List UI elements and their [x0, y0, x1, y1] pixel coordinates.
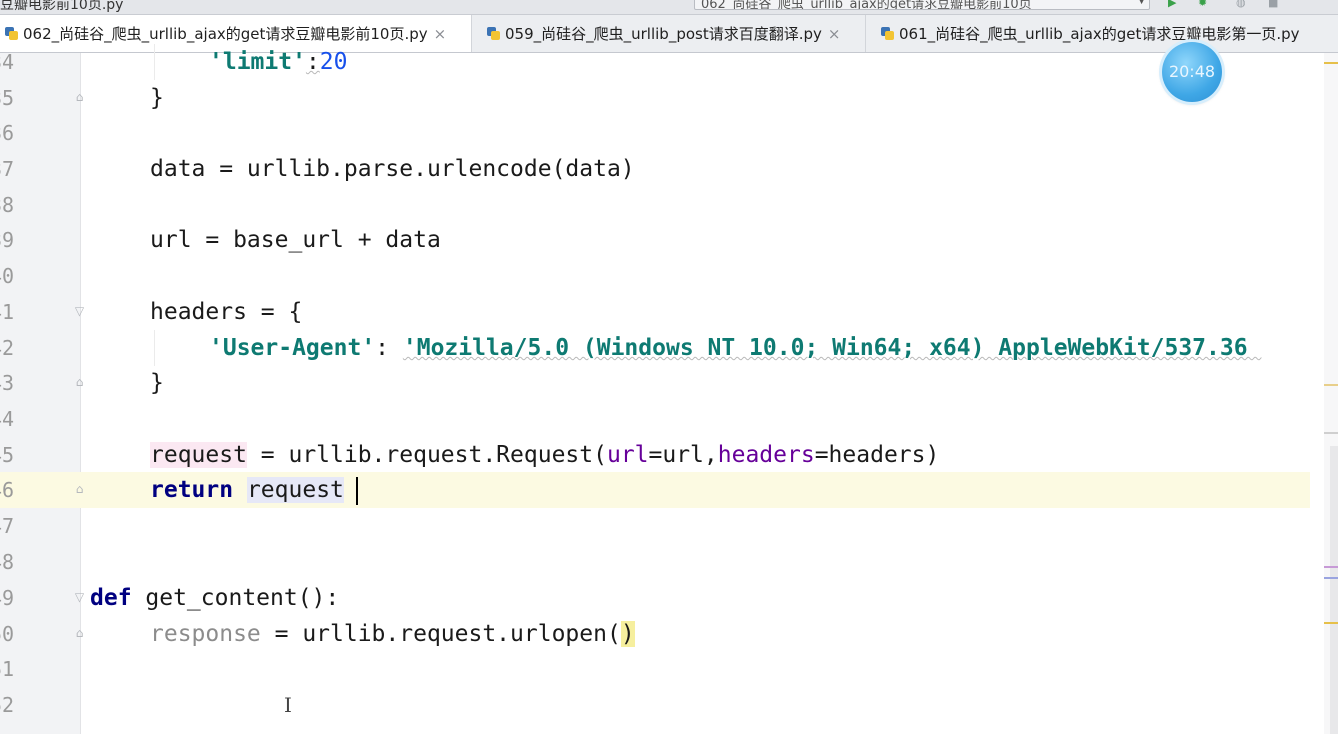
fold-end-icon[interactable]: ⌂ [72, 482, 87, 497]
window-title: 豆瓣电影前10页.py [0, 0, 124, 13]
code-line-39: url = base_url + data [150, 227, 441, 253]
usage-marker[interactable] [1324, 566, 1338, 568]
close-icon[interactable]: × [434, 25, 447, 43]
fold-start-icon[interactable]: ▽ [72, 590, 87, 605]
run-configuration-select[interactable]: 062_尚硅谷_爬虫_urllib_ajax的get请求豆瓣电影前10页 ▼ [694, 0, 1150, 10]
code-line-49: def get_content(): [90, 585, 340, 611]
tab-label: 059_尚硅谷_爬虫_urllib_post请求百度翻译.py [505, 25, 822, 43]
code-line-42: 'User-Agent': 'Mozilla/5.0 (Windows NT 1… [209, 335, 1262, 361]
fold-end-icon[interactable]: ⌂ [72, 375, 87, 390]
fold-end-icon[interactable]: ⌂ [72, 626, 87, 641]
close-icon[interactable]: × [828, 25, 841, 43]
code-line-37: data = urllib.parse.urlencode(data) [150, 156, 635, 182]
python-file-icon [486, 26, 501, 41]
debug-icon[interactable]: ✹ [1198, 0, 1207, 9]
matched-paren: ) [620, 621, 635, 647]
code-line-41: headers = { [150, 299, 303, 325]
variable-request: request [150, 442, 247, 468]
title-bar: 豆瓣电影前10页.py 062_尚硅谷_爬虫_urllib_ajax的get请求… [0, 0, 1338, 15]
tab-label: 061_尚硅谷_爬虫_urllib_ajax的get请求豆瓣电影第一页.py [899, 25, 1300, 43]
vertical-scrollbar[interactable] [1330, 446, 1338, 734]
code-line-35: } [150, 85, 164, 111]
python-file-icon [4, 26, 19, 41]
warning-marker[interactable] [1324, 62, 1338, 64]
mouse-ibeam-cursor: I [284, 693, 292, 717]
usage-marker[interactable] [1324, 577, 1338, 579]
variable-request-usage: request [246, 477, 344, 503]
run-icon[interactable]: ▶ [1168, 0, 1176, 9]
text-caret [356, 477, 358, 505]
warning-marker[interactable] [1324, 622, 1338, 624]
chevron-down-icon: ▼ [1138, 0, 1145, 6]
usage-marker[interactable] [1324, 432, 1338, 434]
code-line-46-current: return request [0, 472, 1310, 508]
code-line-43: } [150, 370, 164, 396]
tab-label: 062_尚硅谷_爬虫_urllib_ajax的get请求豆瓣电影前10页.py [23, 25, 428, 43]
floating-clock-widget[interactable]: 20:48 [1162, 42, 1222, 102]
warning-marker[interactable] [1324, 384, 1338, 386]
code-line-50: response = urllib.request.urlopen() [150, 621, 635, 647]
code-line-34: 'limit':20 [209, 49, 348, 75]
coverage-icon[interactable]: ◍ [1236, 0, 1246, 9]
fold-end-icon[interactable]: ⌂ [72, 90, 87, 105]
stop-icon[interactable]: ■ [1268, 0, 1278, 9]
fold-start-icon[interactable]: ▽ [72, 304, 87, 319]
unused-variable-response: response [150, 621, 261, 647]
run-configuration-label: 062_尚硅谷_爬虫_urllib_ajax的get请求豆瓣电影前10页 [701, 0, 1032, 10]
code-line-45: request = urllib.request.Request(url=url… [150, 442, 940, 468]
python-file-icon [880, 26, 895, 41]
